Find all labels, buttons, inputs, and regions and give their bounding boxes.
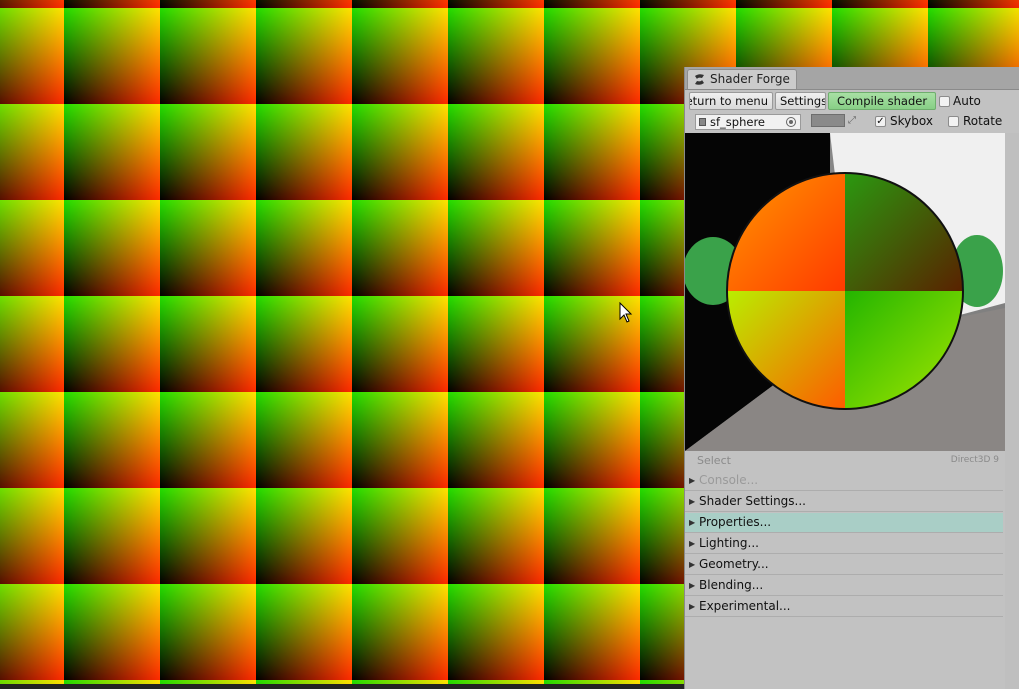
auto-compile-label: Auto bbox=[953, 94, 981, 108]
section-console[interactable]: ▶ Console... bbox=[685, 471, 1003, 491]
mesh-icon bbox=[699, 118, 706, 126]
preview-mesh-field[interactable]: sf_sphere bbox=[695, 114, 801, 130]
section-shader-settings[interactable]: ▶ Shader Settings... bbox=[685, 492, 1003, 512]
expand-arrow-icon: ▶ bbox=[689, 518, 696, 527]
section-label: Console... bbox=[699, 473, 759, 487]
section-experimental[interactable]: ▶ Experimental... bbox=[685, 597, 1003, 617]
preview-mesh-name: sf_sphere bbox=[710, 115, 765, 129]
section-label: Blending... bbox=[699, 578, 764, 592]
main-toolbar: Return to menu Settings Compile shader A… bbox=[685, 91, 1019, 111]
shader-forge-logo-icon bbox=[695, 74, 704, 85]
section-blending[interactable]: ▶ Blending... bbox=[685, 576, 1003, 596]
section-label: Shader Settings... bbox=[699, 494, 806, 508]
section-label: Experimental... bbox=[699, 599, 791, 613]
eyedropper-icon[interactable]: ⤢ bbox=[848, 115, 860, 127]
taskbar-strip bbox=[0, 684, 684, 689]
object-picker-icon[interactable] bbox=[786, 117, 796, 127]
skybox-label: Skybox bbox=[890, 114, 933, 128]
section-label: Geometry... bbox=[699, 557, 769, 571]
compile-shader-button[interactable]: Compile shader bbox=[828, 92, 936, 110]
expand-arrow-icon: ▶ bbox=[689, 581, 696, 590]
expand-arrow-icon: ▶ bbox=[689, 497, 696, 506]
window-tab-title: Shader Forge bbox=[710, 72, 790, 86]
return-to-menu-button[interactable]: Return to menu bbox=[689, 92, 773, 110]
section-geometry[interactable]: ▶ Geometry... bbox=[685, 555, 1003, 575]
renderer-info: Direct3D 9 bbox=[950, 455, 999, 465]
settings-sections: ▶ Console... ▶ Shader Settings... ▶ Prop… bbox=[685, 471, 1005, 618]
window-tab[interactable]: Shader Forge bbox=[687, 69, 797, 89]
expand-arrow-icon: ▶ bbox=[689, 539, 696, 548]
skybox-checkbox[interactable]: ✓ bbox=[875, 116, 886, 127]
shader-forge-window: Shader Forge Return to menu Settings Com… bbox=[684, 67, 1019, 689]
background-color-swatch[interactable] bbox=[811, 114, 845, 127]
expand-arrow-icon: ▶ bbox=[689, 560, 696, 569]
mouse-cursor-icon bbox=[619, 302, 633, 323]
status-row: Select Direct3D 9 bbox=[685, 453, 1005, 469]
section-properties[interactable]: ▶ Properties... bbox=[685, 513, 1003, 533]
window-tab-bar: Shader Forge bbox=[685, 67, 1019, 90]
section-lighting[interactable]: ▶ Lighting... bbox=[685, 534, 1003, 554]
rotate-label: Rotate bbox=[963, 114, 1003, 128]
scrollbar-gutter[interactable] bbox=[1005, 133, 1019, 689]
section-label: Properties... bbox=[699, 515, 772, 529]
expand-arrow-icon: ▶ bbox=[689, 476, 696, 485]
settings-button[interactable]: Settings bbox=[775, 92, 826, 110]
expand-arrow-icon: ▶ bbox=[689, 602, 696, 611]
shader-preview-viewport[interactable] bbox=[685, 133, 1005, 451]
section-label: Lighting... bbox=[699, 536, 759, 550]
select-label: Select bbox=[697, 454, 731, 467]
rotate-checkbox[interactable] bbox=[948, 116, 959, 127]
auto-compile-checkbox[interactable] bbox=[939, 96, 950, 107]
preview-toolbar: sf_sphere ⤢ ✓ Skybox Rotate bbox=[685, 113, 1019, 133]
